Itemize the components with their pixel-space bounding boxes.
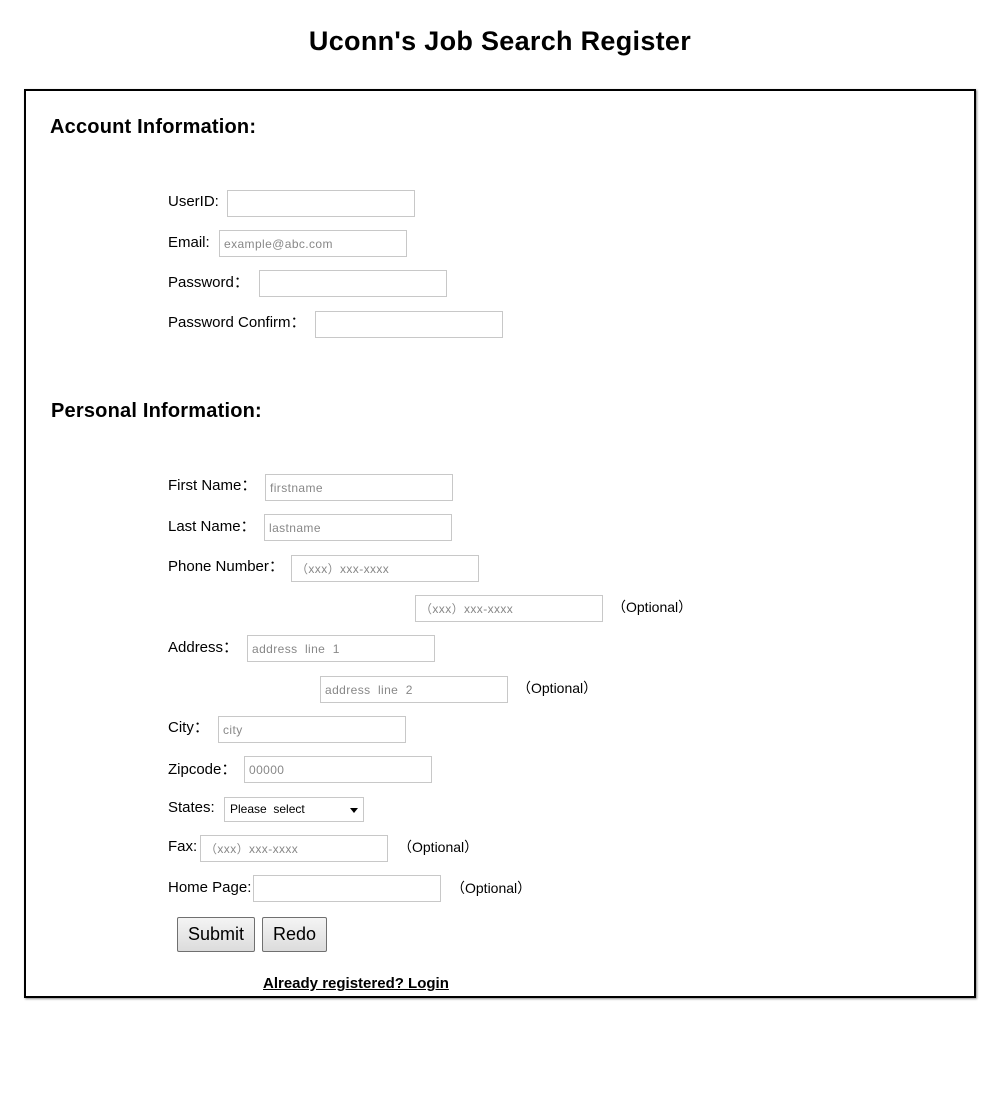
city-input[interactable] (218, 716, 406, 743)
fax-input[interactable] (200, 835, 388, 862)
homepage-input[interactable] (253, 875, 441, 902)
page-title: Uconn's Job Search Register (308, 26, 692, 56)
fax-optional-note: （Optional） (398, 839, 479, 855)
homepage-optional-note: （Optional） (451, 880, 532, 896)
homepage-label: Home Page: (168, 879, 252, 896)
states-selected-value: Please select (230, 802, 305, 816)
city-label: City： (168, 719, 209, 736)
userid-input[interactable] (227, 190, 415, 217)
phone-label: Phone Number： (168, 558, 284, 575)
personal-section-heading: Personal Information: (51, 400, 262, 422)
password-confirm-input[interactable] (315, 311, 503, 338)
address2-optional-note: （Optional） (517, 680, 598, 696)
redo-button[interactable]: Redo (262, 917, 327, 952)
login-link[interactable]: Already registered? Login (263, 975, 449, 992)
phone2-optional-note: （Optional） (612, 599, 693, 615)
zipcode-input[interactable] (244, 756, 432, 783)
zipcode-label: Zipcode： (168, 761, 237, 778)
chevron-down-icon (350, 808, 358, 813)
lastname-label: Last Name： (168, 518, 256, 535)
lastname-input[interactable] (264, 514, 452, 541)
userid-label: UserID: (168, 193, 219, 210)
phone2-input[interactable] (415, 595, 603, 622)
address-label: Address： (168, 639, 239, 656)
registration-form (24, 89, 976, 998)
fax-label: Fax: (168, 838, 198, 855)
firstname-label: First Name： (168, 477, 257, 494)
email-input[interactable] (219, 230, 407, 257)
submit-button[interactable]: Submit (177, 917, 255, 952)
firstname-input[interactable] (265, 474, 453, 501)
address1-input[interactable] (247, 635, 435, 662)
states-label: States: (168, 799, 215, 816)
account-section-heading: Account Information: (50, 116, 257, 138)
phone-input[interactable] (291, 555, 479, 582)
password-confirm-label: Password Confirm： (168, 314, 306, 331)
password-input[interactable] (259, 270, 447, 297)
password-label: Password： (168, 274, 249, 291)
states-select[interactable]: Please select (224, 797, 364, 822)
address2-input[interactable] (320, 676, 508, 703)
email-label: Email: (168, 234, 210, 251)
